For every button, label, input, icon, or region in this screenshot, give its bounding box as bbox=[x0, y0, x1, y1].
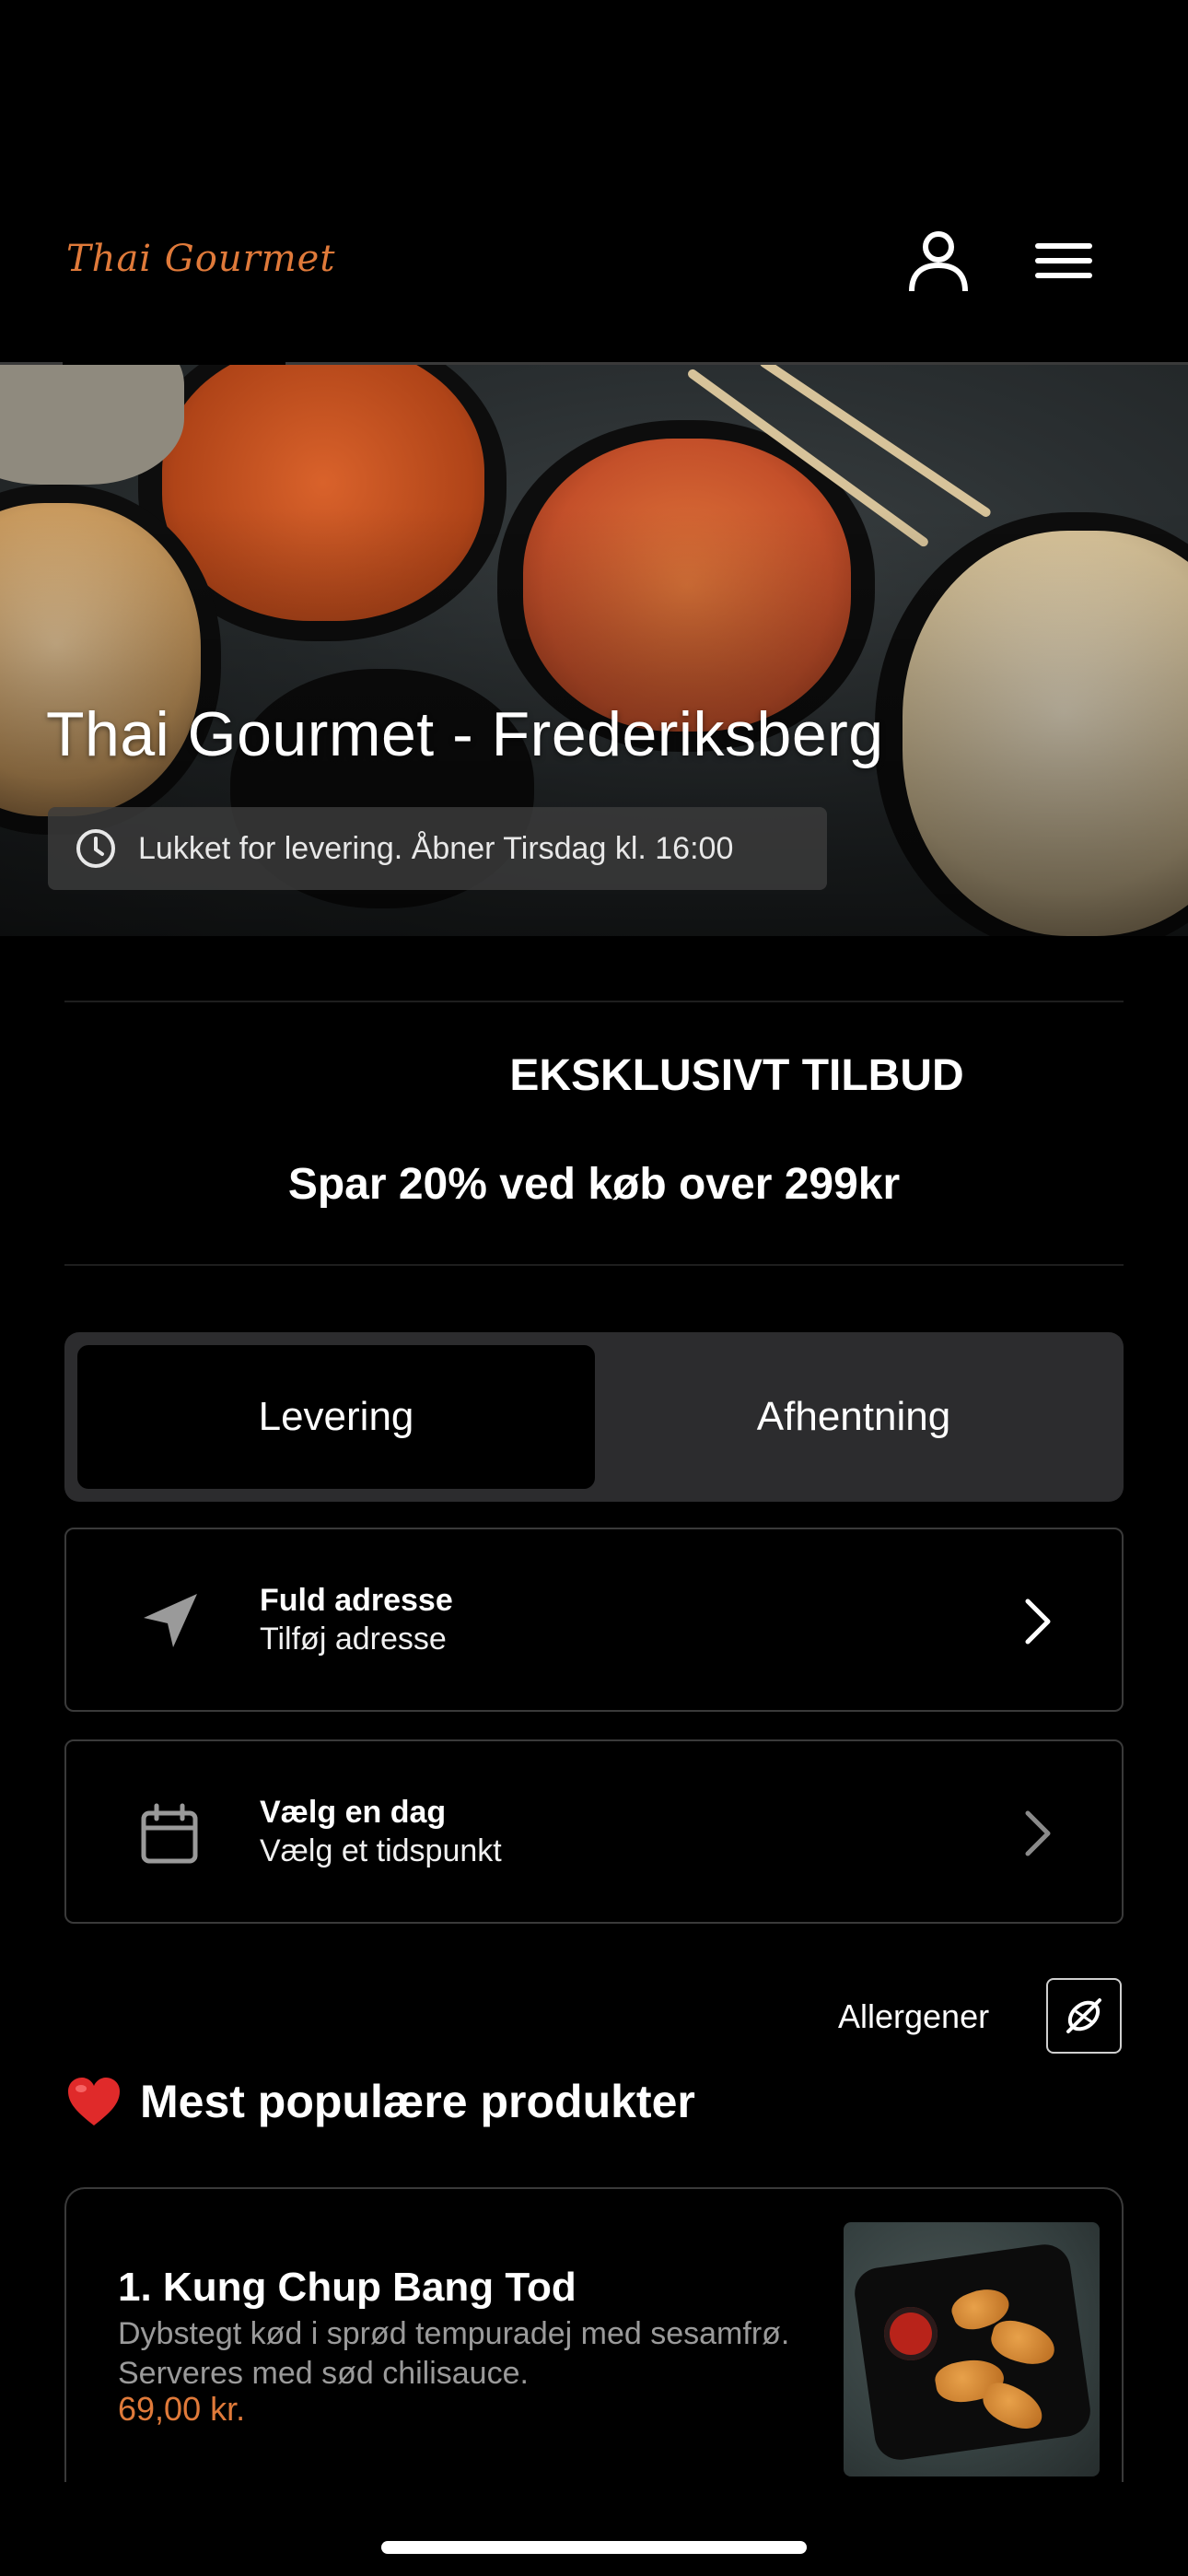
allergen-filter-icon bbox=[1066, 1998, 1101, 2033]
plate bbox=[851, 2241, 1094, 2464]
user-icon[interactable] bbox=[906, 228, 971, 293]
allergen-filter-button[interactable] bbox=[1046, 1978, 1122, 2054]
address-subtitle: Tilføj adresse bbox=[260, 1622, 447, 1657]
delivery-mode-toggle: Levering Afhentning bbox=[64, 1332, 1124, 1502]
offer-label: EKSKLUSIVT TILBUD bbox=[509, 1051, 964, 1100]
popular-products-heading: Mest populære produkter bbox=[66, 2075, 695, 2128]
bottom-safe-area bbox=[0, 2484, 1188, 2576]
chevron-right-icon bbox=[1025, 1598, 1051, 1645]
product-image bbox=[844, 2222, 1100, 2476]
heart-icon bbox=[68, 2078, 120, 2125]
hero-banner: Thai Gourmet - Frederiksberg Lukket for … bbox=[0, 365, 1188, 936]
logo[interactable]: Thai Gourmet bbox=[66, 238, 335, 280]
schedule-selector[interactable]: Vælg en dag Vælg et tidspunkt bbox=[64, 1739, 1124, 1924]
schedule-subtitle: Vælg et tidspunkt bbox=[260, 1833, 502, 1868]
offer-text: Spar 20% ved køb over 299kr bbox=[287, 1160, 901, 1209]
allergen-label[interactable]: Allergener bbox=[838, 1997, 989, 2036]
product-description: Dybstegt kød i sprød tempuradej med sesa… bbox=[118, 2316, 790, 2391]
status-badge: Lukket for levering. Åbner Tirsdag kl. 1… bbox=[48, 807, 827, 890]
top-bar: Thai Gourmet bbox=[0, 0, 1188, 373]
chevron-right-icon bbox=[1025, 1810, 1051, 1856]
toggle-levering[interactable]: Levering bbox=[77, 1345, 595, 1489]
toggle-afhentning[interactable]: Afhentning bbox=[595, 1345, 1112, 1489]
product-price: 69,00 kr. bbox=[118, 2390, 246, 2428]
schedule-title: Vælg en dag bbox=[260, 1795, 447, 1830]
home-indicator[interactable] bbox=[381, 2541, 807, 2554]
status-text: Lukket for levering. Åbner Tirsdag kl. 1… bbox=[138, 830, 734, 866]
restaurant-title: Thai Gourmet - Frederiksberg bbox=[46, 699, 884, 769]
product-card[interactable]: 1. Kung Chup Bang Tod Dybstegt kød i spr… bbox=[64, 2187, 1124, 2482]
location-arrow-icon bbox=[144, 1594, 197, 1647]
app-screen: Thai Gourmet Thai Gourmet - Frederiksber bbox=[0, 0, 1188, 2576]
divider bbox=[64, 1001, 1124, 1002]
hamburger-menu-icon[interactable] bbox=[1031, 228, 1096, 293]
popular-heading-text: Mest populære produkter bbox=[140, 2076, 695, 2127]
calendar-icon bbox=[141, 1803, 198, 1864]
product-name: 1. Kung Chup Bang Tod bbox=[118, 2265, 577, 2310]
chili-sauce bbox=[884, 2307, 938, 2360]
address-selector[interactable]: Fuld adresse Tilføj adresse bbox=[64, 1528, 1124, 1712]
address-title: Fuld adresse bbox=[260, 1583, 453, 1618]
clock-icon bbox=[76, 829, 115, 868]
divider bbox=[64, 1264, 1124, 1266]
